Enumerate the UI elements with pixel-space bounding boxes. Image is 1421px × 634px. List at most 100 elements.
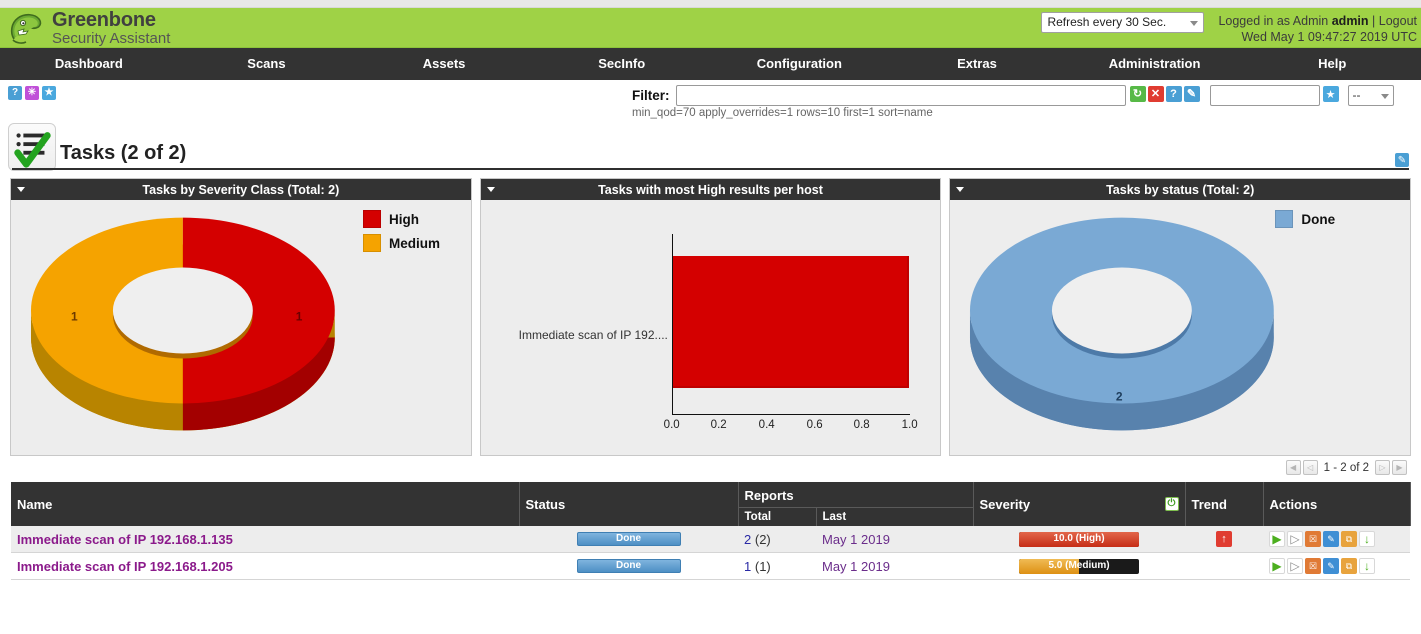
cell-severity: 10.0 (High) [973, 526, 1185, 553]
legend-item-done: Done [1275, 210, 1335, 228]
legend-label-high: High [389, 211, 419, 227]
cell-actions: ▶ ▷ ☒ ✎ ⧉ ↓ [1263, 552, 1410, 580]
task-name-link[interactable]: Immediate scan of IP 192.168.1.135 [17, 532, 233, 547]
panel-title: Tasks by status (Total: 2) [1106, 182, 1255, 197]
cell-severity: 5.0 (Medium) [973, 552, 1185, 580]
panel-header[interactable]: Tasks by status (Total: 2) [950, 179, 1411, 200]
filter-controls: Filter: ↻ ✕ ? ✎ ★ -- [632, 85, 1394, 107]
nav-item-administration[interactable]: Administration [1066, 48, 1244, 80]
resume-task-action[interactable]: ▷ [1287, 531, 1303, 547]
reports-total-link[interactable]: 2 [744, 532, 751, 547]
refresh-interval-value: Refresh every 30 Sec. [1047, 15, 1167, 29]
refresh-interval-select[interactable]: Refresh every 30 Sec. [1041, 12, 1205, 33]
filter-help-button[interactable]: ? [1165, 86, 1182, 102]
active-filter-terms: min_qod=70 apply_overrides=1 rows=10 fir… [632, 107, 933, 119]
dashboard-panels: Tasks by Severity Class (Total: 2) 1 1 H… [0, 178, 1421, 456]
column-header-name[interactable]: Name [11, 482, 520, 526]
next-page-button[interactable]: ▷ [1375, 460, 1390, 475]
resume-task-action[interactable]: ▷ [1287, 558, 1303, 574]
chevron-down-icon[interactable] [486, 187, 495, 192]
start-task-action[interactable]: ▶ [1269, 558, 1285, 574]
panel-header[interactable]: Tasks with most High results per host [480, 179, 941, 200]
legend-label-medium: Medium [389, 235, 441, 251]
wizard-icon[interactable]: ✳ [25, 86, 39, 100]
export-task-action[interactable]: ↓ [1359, 558, 1375, 574]
nav-item-secinfo[interactable]: SecInfo [533, 48, 711, 80]
nav-item-extras[interactable]: Extras [888, 48, 1066, 80]
chevron-down-icon[interactable] [17, 187, 25, 192]
first-page-button[interactable]: ◀ [1285, 460, 1301, 475]
chevron-down-icon [1380, 94, 1389, 99]
edit-task-action[interactable]: ✎ [1323, 531, 1339, 547]
panel-header[interactable]: Tasks by Severity Class (Total: 2) [11, 179, 471, 200]
named-filter-select[interactable]: -- [1347, 85, 1394, 106]
bar-x-axis [671, 414, 910, 415]
move-to-trash-action[interactable]: ☒ [1305, 531, 1321, 547]
filter-input[interactable] [675, 85, 1126, 106]
actions-group: ▶ ▷ ☒ ✎ ⧉ ↓ [1269, 531, 1404, 547]
reports-total-paren: (2) [754, 531, 771, 547]
nav-item-help[interactable]: Help [1243, 48, 1421, 80]
star-icon[interactable]: ★ [42, 86, 56, 100]
task-name-link[interactable]: Immediate scan of IP 192.168.1.205 [17, 559, 233, 574]
column-header-reports: Reports [738, 482, 974, 508]
start-task-action[interactable]: ▶ [1269, 531, 1285, 547]
severity-bar: 5.0 (Medium) [1019, 558, 1139, 574]
clone-task-action[interactable]: ⧉ [1341, 531, 1357, 547]
clone-task-action[interactable]: ⧉ [1341, 558, 1357, 574]
last-report-link[interactable]: May 1 2019 [822, 559, 890, 574]
nav-item-assets[interactable]: Assets [355, 48, 533, 80]
main-navigation: Dashboard Scans Assets SecInfo Configura… [0, 48, 1421, 80]
logout-link[interactable]: Logout [1379, 14, 1417, 28]
status-badge[interactable]: Done [576, 559, 681, 573]
session-info: Logged in as Admin admin | Logout Wed Ma… [1218, 12, 1417, 45]
nav-item-configuration[interactable]: Configuration [711, 48, 889, 80]
page-title-area: Tasks (2 of 2) ✎ [0, 120, 1421, 178]
trend-up-icon: ↑ [1216, 531, 1232, 547]
edit-dashboard-icon[interactable]: ✎ [1395, 153, 1409, 167]
move-to-trash-action[interactable]: ☒ [1305, 558, 1321, 574]
pagination-row: ◀ ◁ 1 - 2 of 2 ▷ ▶ [0, 456, 1421, 482]
column-header-status[interactable]: Status [519, 482, 739, 526]
edit-filter-button[interactable]: ✎ [1183, 86, 1200, 102]
donut-label-medium: 1 [71, 310, 78, 324]
username-label: admin [1331, 14, 1369, 28]
last-page-button[interactable]: ▶ [1392, 460, 1407, 475]
reset-filter-button[interactable]: ✕ [1147, 86, 1164, 102]
prev-page-button[interactable]: ◁ [1302, 460, 1318, 475]
column-header-severity[interactable]: Severity ⏻ [973, 482, 1186, 526]
column-header-reports-last[interactable]: Last [816, 507, 974, 526]
high-results-bar-chart: Immediate scan of IP 192.... 0.0 0.2 0.4… [481, 200, 941, 455]
chevron-down-icon[interactable] [956, 187, 965, 192]
severity-refresh-icon[interactable]: ⏻ [1164, 496, 1179, 511]
panel-tasks-by-severity: Tasks by Severity Class (Total: 2) 1 1 H… [10, 178, 472, 456]
export-task-action[interactable]: ↓ [1359, 531, 1375, 547]
severity-bar: 10.0 (High) [1019, 531, 1139, 547]
donut-label-done: 2 [1116, 389, 1123, 403]
save-filter-star-icon[interactable]: ★ [1322, 86, 1339, 102]
legend-item-high: High [363, 210, 440, 228]
toolbar-icon-group: ? ✳ ★ [8, 86, 56, 100]
separator-label: | [1372, 14, 1376, 28]
edit-task-action[interactable]: ✎ [1323, 558, 1339, 574]
reports-total-link[interactable]: 1 [744, 559, 751, 574]
refresh-filter-button[interactable]: ↻ [1129, 86, 1146, 102]
column-header-trend[interactable]: Trend [1185, 482, 1264, 526]
brand: Greenbone Security Assistant [0, 9, 170, 47]
pagination-range-label: 1 - 2 of 2 [1323, 461, 1369, 474]
nav-item-scans[interactable]: Scans [178, 48, 356, 80]
help-icon[interactable]: ? [8, 86, 22, 100]
bar-rect-0 [672, 256, 909, 388]
tasks-list-icon [8, 123, 56, 171]
status-badge[interactable]: Done [576, 532, 681, 546]
column-header-reports-total[interactable]: Total [738, 507, 817, 526]
column-header-actions: Actions [1263, 482, 1411, 526]
status-legend: Done [1275, 210, 1335, 228]
bar-xtick-1: 0.2 [710, 419, 727, 431]
browser-chrome-strip [0, 0, 1421, 8]
filter-name-input[interactable] [1209, 85, 1320, 106]
last-report-link[interactable]: May 1 2019 [822, 532, 890, 547]
nav-item-dashboard[interactable]: Dashboard [0, 48, 178, 80]
bar-xtick-0: 0.0 [663, 419, 680, 431]
logged-in-label: Logged in as Admin [1218, 14, 1329, 28]
